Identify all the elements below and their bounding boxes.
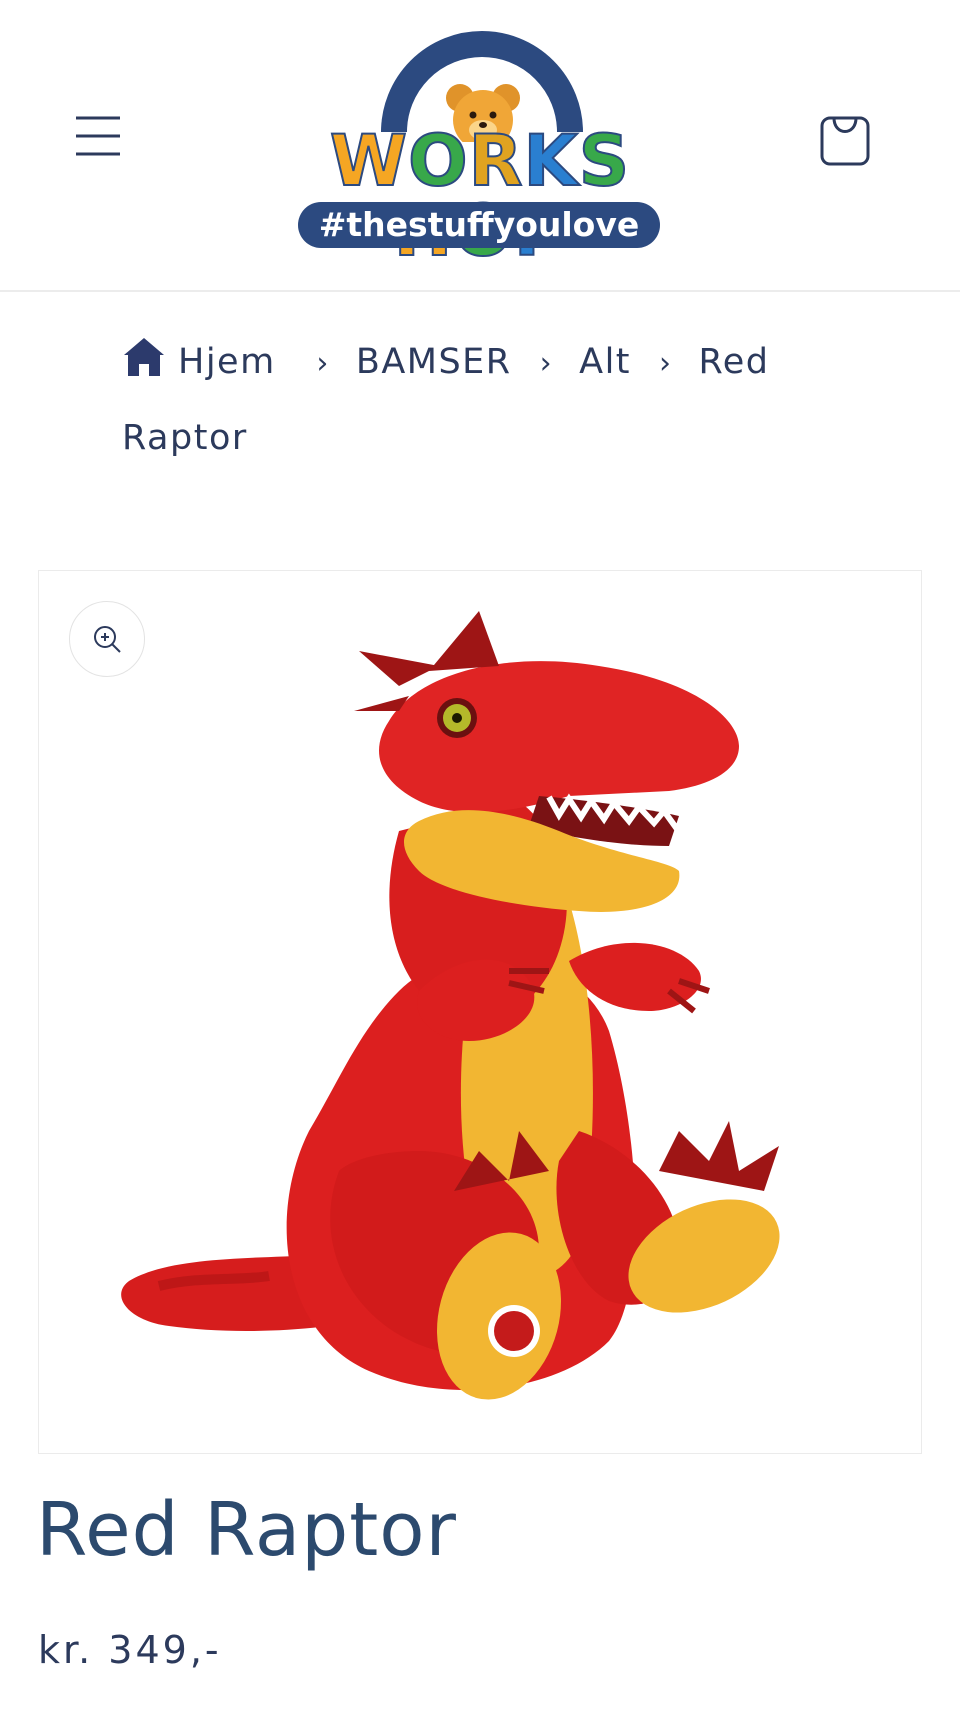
- site-header: WORKSHOP #thestuffyoulove: [0, 0, 960, 292]
- breadcrumb-home[interactable]: Hjem: [122, 338, 288, 382]
- hamburger-menu-icon: [76, 116, 120, 156]
- breadcrumb-item-bamser[interactable]: BAMSER: [356, 342, 512, 382]
- product-price: kr. 349,-: [38, 1628, 222, 1672]
- shopping-bag-icon: [820, 116, 870, 166]
- breadcrumb-separator: ›: [659, 346, 673, 381]
- menu-button[interactable]: [60, 106, 134, 168]
- logo-tagline: #thestuffyoulove: [298, 202, 660, 248]
- cart-button[interactable]: [810, 104, 882, 176]
- breadcrumb: Hjem › BAMSER › Alt › Red Raptor: [122, 325, 802, 476]
- breadcrumb-separator: ›: [539, 346, 554, 381]
- product-image[interactable]: [39, 571, 922, 1454]
- product-title: Red Raptor: [36, 1487, 457, 1573]
- breadcrumb-separator: ›: [316, 346, 330, 381]
- product-media[interactable]: [38, 570, 922, 1454]
- breadcrumb-item-alt[interactable]: Alt: [579, 342, 631, 382]
- zoom-in-icon: [94, 626, 121, 653]
- breadcrumb-home-label: Hjem: [178, 342, 276, 382]
- home-icon: [124, 338, 164, 376]
- zoom-button[interactable]: [69, 601, 145, 677]
- site-logo[interactable]: WORKSHOP #thestuffyoulove: [290, 22, 670, 267]
